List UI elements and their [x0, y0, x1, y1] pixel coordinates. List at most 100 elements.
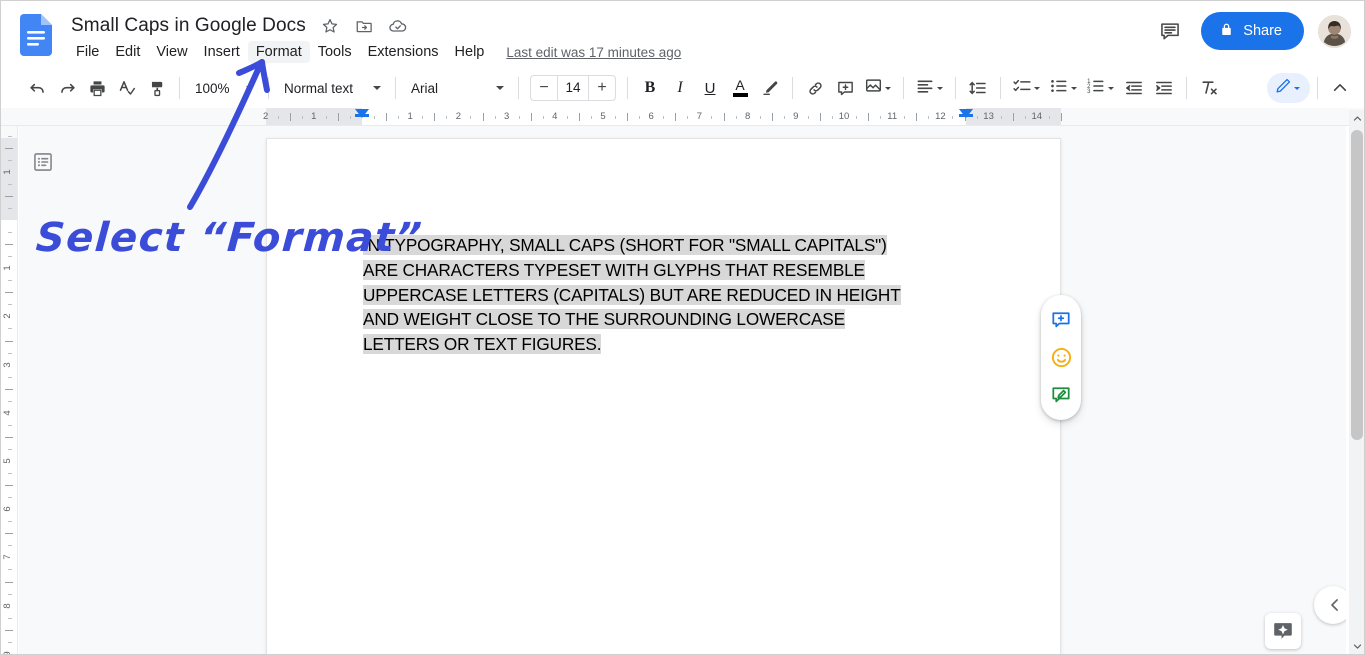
ruler-tick	[8, 352, 12, 354]
cloud-saved-icon[interactable]	[385, 13, 411, 39]
right-indent-marker[interactable]	[959, 109, 973, 118]
menu-item-insert[interactable]: Insert	[196, 41, 248, 63]
document-page[interactable]: IN TYPOGRAPHY, SMALL CAPS (SHORT FOR "SM…	[266, 138, 1061, 655]
undo-icon[interactable]	[22, 73, 52, 103]
underline-label: U	[704, 79, 716, 97]
ruler-tick	[518, 116, 520, 119]
suggest-edit-icon[interactable]	[1046, 380, 1076, 410]
bulleted-list-button[interactable]	[1045, 73, 1082, 103]
document-line: ARE CHARACTERS TYPESET WITH GLYPHS THAT …	[363, 259, 865, 280]
move-to-folder-icon[interactable]	[351, 13, 377, 39]
ruler-tick	[8, 207, 12, 209]
zoom-dropdown[interactable]: 100%	[187, 74, 261, 102]
comment-history-icon[interactable]	[1153, 14, 1187, 48]
ruler-number: 2	[2, 313, 13, 320]
toolbar-divider	[955, 77, 956, 99]
collapse-panel-button[interactable]	[1314, 586, 1346, 624]
scroll-up-arrow[interactable]	[1349, 110, 1365, 127]
ruler-tick	[578, 113, 580, 121]
toolbar-divider	[395, 77, 396, 99]
redo-icon[interactable]	[52, 73, 82, 103]
text-color-button[interactable]: A	[725, 73, 755, 103]
document-outline-icon[interactable]	[30, 149, 56, 175]
clear-formatting-icon[interactable]	[1194, 73, 1224, 103]
ruler-tick	[8, 424, 12, 426]
chevron-down-icon	[1071, 86, 1077, 90]
menu-item-tools[interactable]: Tools	[310, 41, 360, 63]
menu-item-extensions[interactable]: Extensions	[360, 41, 447, 63]
menu-item-view[interactable]: View	[148, 41, 195, 63]
vertical-ruler[interactable]: 1 1 2 3 4 5 6 7 8 9	[0, 126, 18, 655]
toolbar-divider	[268, 77, 269, 99]
toolbar-divider	[903, 77, 904, 99]
document-title[interactable]: Small Caps in Google Docs	[68, 14, 309, 38]
avatar[interactable]	[1318, 14, 1351, 48]
google-docs-logo[interactable]	[20, 14, 52, 56]
ruler-tick	[687, 116, 689, 119]
star-icon[interactable]	[317, 13, 343, 39]
spellcheck-icon[interactable]	[112, 73, 142, 103]
numbered-list-button[interactable]: 1 2 3	[1082, 73, 1119, 103]
increase-font-size-button[interactable]: +	[589, 76, 615, 100]
menu-item-format[interactable]: Format	[247, 41, 310, 63]
paint-format-icon[interactable]	[142, 73, 172, 103]
editing-mode-button[interactable]	[1267, 73, 1310, 103]
numbered-list-icon: 1 2 3	[1086, 76, 1106, 101]
vertical-scroll-thumb[interactable]	[1351, 130, 1363, 440]
ruler-tick	[723, 113, 725, 121]
decrease-indent-icon[interactable]	[1119, 73, 1149, 103]
insert-image-icon	[864, 76, 883, 100]
chevron-down-icon	[496, 86, 504, 90]
ruler-tick	[5, 533, 13, 535]
ruler-tick	[5, 581, 13, 583]
left-indent-marker[interactable]	[355, 109, 369, 118]
line-spacing-icon[interactable]	[963, 73, 993, 103]
add-comment-icon[interactable]	[830, 73, 860, 103]
menu-item-edit[interactable]: Edit	[107, 41, 148, 63]
ruler-tick	[5, 629, 13, 631]
ruler-tick	[831, 116, 833, 119]
share-button[interactable]: Share	[1201, 12, 1304, 50]
decrease-font-size-button[interactable]: −	[531, 76, 557, 100]
paragraph-style-dropdown[interactable]: Normal text	[276, 74, 388, 102]
ruler-tick	[8, 641, 12, 643]
underline-button[interactable]: U	[695, 73, 725, 103]
menu-item-help[interactable]: Help	[447, 41, 493, 63]
highlight-pen-icon[interactable]	[755, 73, 785, 103]
collapse-toolbar-icon[interactable]	[1325, 73, 1355, 103]
ruler-tick	[8, 400, 12, 402]
ruler-number: 9	[793, 111, 799, 122]
font-size-input[interactable]: 14	[557, 76, 589, 100]
ruler-tick	[5, 244, 13, 246]
chevron-down-icon	[246, 86, 254, 90]
checklist-button[interactable]	[1008, 73, 1045, 103]
scroll-down-arrow[interactable]	[1349, 638, 1365, 655]
text-align-button[interactable]	[911, 73, 948, 103]
pencil-editing-icon	[1274, 77, 1292, 100]
last-edit-link[interactable]: Last edit was 17 minutes ago	[506, 45, 681, 60]
bold-button[interactable]: B	[635, 73, 665, 103]
italic-button[interactable]: I	[665, 73, 695, 103]
document-line: IN TYPOGRAPHY, SMALL CAPS (SHORT FOR "SM…	[363, 235, 887, 255]
ruler-tick	[1048, 116, 1050, 119]
menu-item-file[interactable]: File	[68, 41, 107, 63]
chevron-down-icon	[1108, 86, 1114, 90]
insert-image-button[interactable]	[860, 73, 896, 103]
ruler-tick	[446, 116, 448, 119]
emoji-reaction-icon[interactable]	[1046, 342, 1076, 372]
document-line: AND WEIGHT CLOSE TO THE SURROUNDING LOWE…	[363, 309, 845, 330]
print-icon[interactable]	[82, 73, 112, 103]
insert-link-icon[interactable]	[800, 73, 830, 103]
ruler-tick	[759, 116, 761, 119]
increase-indent-icon[interactable]	[1149, 73, 1179, 103]
lock-icon	[1219, 22, 1234, 41]
explore-sparkle-icon[interactable]	[1265, 613, 1301, 649]
ruler-tick	[8, 304, 12, 306]
ruler-number: 1	[2, 169, 13, 175]
add-comment-icon[interactable]	[1046, 305, 1076, 335]
ruler-tick	[711, 116, 713, 119]
font-family-dropdown[interactable]: Arial	[403, 74, 511, 102]
vertical-scrollbar[interactable]	[1349, 110, 1365, 655]
document-body-text[interactable]: IN TYPOGRAPHY, SMALL CAPS (SHORT FOR "SM…	[363, 233, 967, 357]
horizontal-ruler[interactable]: 2 1 1 2 3 4 5 6 7 8 9 10 11 12 13 14	[0, 108, 1365, 126]
